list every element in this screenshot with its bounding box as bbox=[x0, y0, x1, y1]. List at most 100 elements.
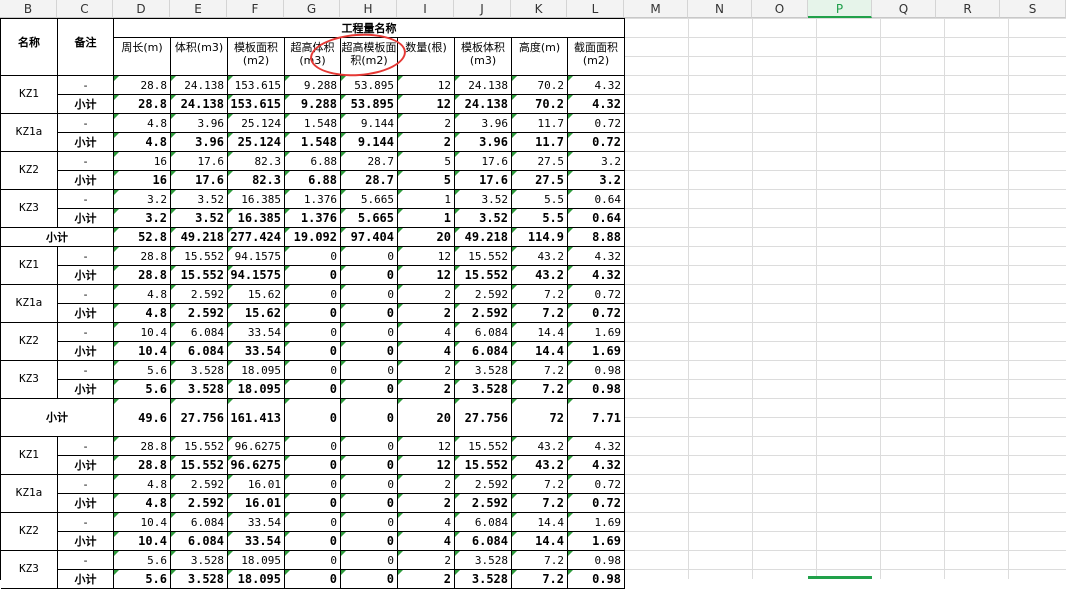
item-name: KZ2 bbox=[1, 323, 58, 361]
subtotal-cell: 3.96 bbox=[455, 133, 512, 152]
column-header-F[interactable]: F bbox=[227, 0, 284, 18]
subtotal-cell: 153.615 bbox=[228, 95, 285, 114]
data-cell: 18.095 bbox=[228, 551, 285, 570]
group-total-cell: 0 bbox=[341, 399, 398, 437]
column-header-R[interactable]: R bbox=[936, 0, 1000, 18]
column-header-J[interactable]: J bbox=[454, 0, 511, 18]
column-header-B[interactable]: B bbox=[0, 0, 57, 18]
data-cell: 6.084 bbox=[455, 323, 512, 342]
subtotal-cell: 3.2 bbox=[568, 171, 625, 190]
item-subtotal-label: 小计 bbox=[58, 494, 114, 513]
note-dash: - bbox=[58, 513, 114, 532]
data-cell: 6.084 bbox=[455, 513, 512, 532]
data-cell: 14.4 bbox=[512, 323, 568, 342]
subtotal-cell: 1.69 bbox=[568, 532, 625, 551]
subtotal-cell: 27.5 bbox=[512, 171, 568, 190]
group-total-cell: 49.6 bbox=[114, 399, 171, 437]
column-header-P[interactable]: P bbox=[808, 0, 872, 18]
subtotal-cell: 14.4 bbox=[512, 532, 568, 551]
item-subtotal-label: 小计 bbox=[58, 342, 114, 361]
subtotal-cell: 3.528 bbox=[171, 570, 228, 589]
subtotal-cell: 2.592 bbox=[455, 494, 512, 513]
item-name: KZ3 bbox=[1, 551, 58, 589]
data-cell: 5.6 bbox=[114, 361, 171, 380]
group-total-cell: 8.88 bbox=[568, 228, 625, 247]
subtotal-cell: 0 bbox=[285, 532, 341, 551]
column-header-G[interactable]: G bbox=[284, 0, 340, 18]
data-cell: 1.69 bbox=[568, 513, 625, 532]
data-cell: 2 bbox=[398, 361, 455, 380]
data-cell: 9.288 bbox=[285, 76, 341, 95]
data-cell: 12 bbox=[398, 76, 455, 95]
subtotal-cell: 2.592 bbox=[455, 304, 512, 323]
data-cell: 2 bbox=[398, 551, 455, 570]
data-cell: 1 bbox=[398, 190, 455, 209]
data-cell: 2 bbox=[398, 475, 455, 494]
subtotal-cell: 16.385 bbox=[228, 209, 285, 228]
data-cell: 28.8 bbox=[114, 437, 171, 456]
column-header-Q[interactable]: Q bbox=[872, 0, 936, 18]
subtotal-cell: 2 bbox=[398, 380, 455, 399]
data-cell: 0 bbox=[341, 513, 398, 532]
subtotal-cell: 33.54 bbox=[228, 342, 285, 361]
group-total-cell: 20 bbox=[398, 228, 455, 247]
data-cell: 1.376 bbox=[285, 190, 341, 209]
subtotal-cell: 4.8 bbox=[114, 133, 171, 152]
data-cell: 7.2 bbox=[512, 285, 568, 304]
data-cell: 96.6275 bbox=[228, 437, 285, 456]
spreadsheet[interactable]: BCDEFGHIJKLMNOPQRS 名称 备注 工程量名称 周长(m) 体积(m3) 模… bbox=[0, 0, 1066, 589]
data-cell: 3.52 bbox=[455, 190, 512, 209]
subtotal-cell: 5.665 bbox=[341, 209, 398, 228]
column-header-D[interactable]: D bbox=[113, 0, 170, 18]
subtotal-cell: 82.3 bbox=[228, 171, 285, 190]
subtotal-cell: 7.2 bbox=[512, 304, 568, 323]
column-header-O[interactable]: O bbox=[752, 0, 808, 18]
subtotal-cell: 43.2 bbox=[512, 456, 568, 475]
data-cell: 0.98 bbox=[568, 551, 625, 570]
column-header-I[interactable]: I bbox=[397, 0, 454, 18]
subtotal-cell: 0 bbox=[341, 266, 398, 285]
data-cell: 15.62 bbox=[228, 285, 285, 304]
data-cell: 27.5 bbox=[512, 152, 568, 171]
subtotal-cell: 18.095 bbox=[228, 570, 285, 589]
column-header-K[interactable]: K bbox=[511, 0, 567, 18]
data-cell: 2.592 bbox=[455, 285, 512, 304]
data-cell: 0 bbox=[285, 437, 341, 456]
item-name: KZ1 bbox=[1, 76, 58, 114]
column-header-C[interactable]: C bbox=[57, 0, 113, 18]
group-total-cell: 27.756 bbox=[171, 399, 228, 437]
column-header-L[interactable]: L bbox=[567, 0, 624, 18]
subtotal-cell: 2.592 bbox=[171, 304, 228, 323]
column-header-N[interactable]: N bbox=[688, 0, 752, 18]
column-header-E[interactable]: E bbox=[170, 0, 227, 18]
subtotal-cell: 0.98 bbox=[568, 380, 625, 399]
subtotal-cell: 1.548 bbox=[285, 133, 341, 152]
note-dash: - bbox=[58, 475, 114, 494]
subtotal-cell: 2 bbox=[398, 494, 455, 513]
item-name: KZ2 bbox=[1, 152, 58, 190]
note-dash: - bbox=[58, 361, 114, 380]
data-cell: 15.552 bbox=[455, 437, 512, 456]
data-cell: 7.2 bbox=[512, 361, 568, 380]
column-header-S[interactable]: S bbox=[1000, 0, 1066, 18]
subtotal-cell: 11.7 bbox=[512, 133, 568, 152]
subtotal-cell: 17.6 bbox=[455, 171, 512, 190]
data-cell: 2.592 bbox=[171, 475, 228, 494]
subtotal-cell: 0 bbox=[285, 266, 341, 285]
data-cell: 1.548 bbox=[285, 114, 341, 133]
data-cell: 28.8 bbox=[114, 247, 171, 266]
column-header-M[interactable]: M bbox=[624, 0, 688, 18]
group-total-cell: 114.9 bbox=[512, 228, 568, 247]
subtotal-cell: 33.54 bbox=[228, 532, 285, 551]
item-subtotal-label: 小计 bbox=[58, 209, 114, 228]
item-name: KZ1a bbox=[1, 475, 58, 513]
subtotal-cell: 18.095 bbox=[228, 380, 285, 399]
column-header-H[interactable]: H bbox=[340, 0, 397, 18]
subtotal-cell: 0.72 bbox=[568, 494, 625, 513]
data-cell: 3.528 bbox=[455, 551, 512, 570]
data-cell: 12 bbox=[398, 247, 455, 266]
item-subtotal-label: 小计 bbox=[58, 570, 114, 589]
subtotal-cell: 5.6 bbox=[114, 380, 171, 399]
data-cell: 17.6 bbox=[455, 152, 512, 171]
note-dash: - bbox=[58, 76, 114, 95]
